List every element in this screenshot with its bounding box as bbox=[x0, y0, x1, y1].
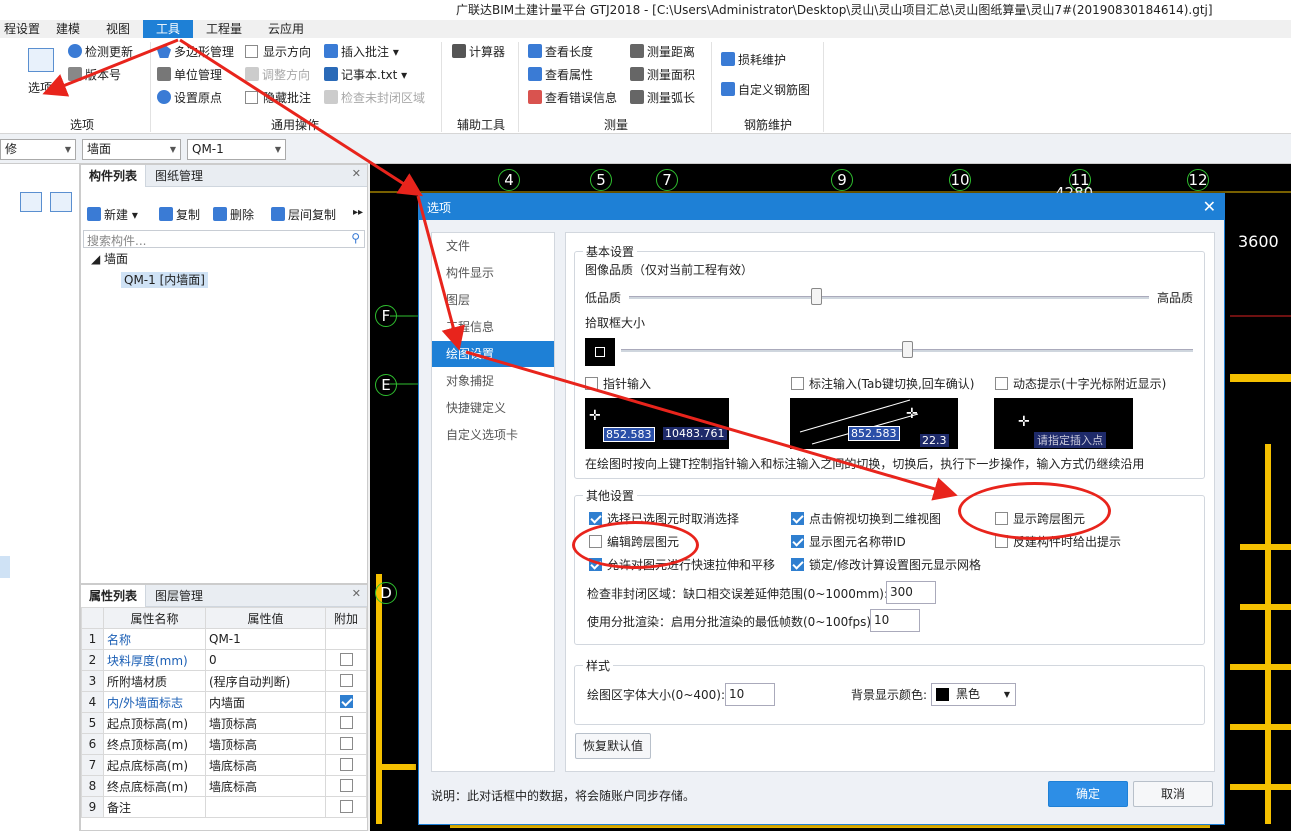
arrow-line bbox=[465, 350, 958, 501]
arrow-line bbox=[416, 195, 465, 351]
arrow-line bbox=[42, 38, 179, 97]
arrow-line bbox=[179, 38, 424, 197]
annotation-arrows bbox=[42, 38, 958, 501]
